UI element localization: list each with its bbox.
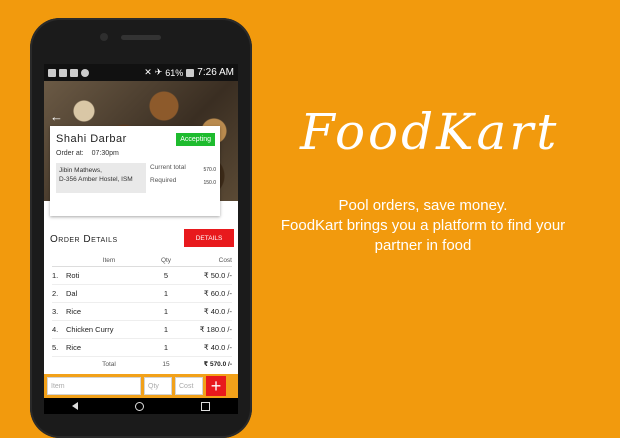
row-cost: ₹ 40.0 /- [203,307,232,316]
restaurant-name: Shahi Darbar [56,133,127,145]
row-qty: 1 [163,325,169,334]
brand-logo-text: FoodKart [300,103,560,161]
row-item: Dal [66,289,78,298]
required-label: Required [150,177,177,184]
current-total-value: 570.0 [203,167,216,173]
row-number: 5. [52,343,59,352]
restaurant-card: Shahi Darbar Accepting Order at: 07:30pm … [50,126,220,216]
order-at-value: 07:30pm [91,150,119,157]
table-row[interactable]: 1. Roti 5 ₹ 50.0 /- [52,267,232,285]
battery-icon [186,68,195,77]
tagline-line1: Pool orders, save money. [338,197,508,214]
add-item-button[interactable]: + [206,376,226,396]
table-total-row: Total 15 ₹ 570.0 /- [52,357,232,371]
row-qty: 1 [163,343,169,352]
tagline-line2: FoodKart brings you a platform to find y… [280,217,566,234]
nav-back-icon[interactable] [72,402,79,410]
order-table: Item Qty Cost 1. Roti 5 ₹ 50.0 /- 2. Dal… [52,254,232,371]
total-qty: 15 [162,360,170,368]
app-icon [81,68,89,77]
battery-percent: 61% [165,67,184,78]
status-bar: ✕ ✈ 61% 7:26 AM [44,64,238,81]
required-value: 150.0 [203,180,216,186]
nav-recents-icon[interactable] [200,401,210,411]
table-row[interactable]: 3. Rice 1 ₹ 40.0 /- [52,303,232,321]
row-qty: 1 [163,307,169,316]
tagline-line3: partner in food [374,237,472,254]
row-number: 3. [52,307,59,316]
cost-input[interactable] [175,377,203,395]
status-badge: Accepting [176,133,215,146]
total-cost: ₹ 570.0 /- [203,361,232,368]
notification-icon [70,68,78,77]
earpiece-speaker [121,35,161,40]
row-item: Rice [66,307,82,316]
table-row[interactable]: 2. Dal 1 ₹ 60.0 /- [52,285,232,303]
total-label: Total [102,360,116,368]
qty-input[interactable] [144,377,172,395]
row-cost: ₹ 40.0 /- [203,343,232,352]
order-time: Order at: 07:30pm [56,150,119,157]
current-total-label: Current total [150,164,186,171]
row-number: 2. [52,289,59,298]
address-line2: D-356 Amber Hostel, ISM [59,176,133,183]
item-input[interactable] [47,377,141,395]
add-item-bar: + [44,374,238,398]
image-icon [59,68,67,77]
phone-screen: ✕ ✈ 61% 7:26 AM ← Shahi Darbar Accepting… [44,64,238,414]
row-item: Roti [66,271,80,280]
row-item: Rice [66,343,82,352]
delivery-address: Jibin Mathews, D-356 Amber Hostel, ISM [56,163,146,193]
table-row[interactable]: 4. Chicken Curry 1 ₹ 180.0 /- [52,321,232,339]
front-camera [100,33,108,41]
order-details-title: Order Details [50,234,118,245]
row-qty: 1 [163,289,169,298]
row-cost: ₹ 180.0 /- [199,325,232,334]
clock: 7:26 AM [197,67,234,78]
row-qty: 5 [163,271,169,280]
phone-frame: ✕ ✈ 61% 7:26 AM ← Shahi Darbar Accepting… [30,18,252,438]
table-row[interactable]: 5. Rice 1 ₹ 40.0 /- [52,339,232,357]
airplane-icon: ✈ [154,67,163,77]
column-item: Item [102,256,116,264]
address-line1: Jibin Mathews, [59,167,102,174]
row-number: 1. [52,271,59,280]
column-cost: Cost [218,256,232,264]
nav-home-icon[interactable] [134,401,144,411]
mute-icon: ✕ [144,67,152,77]
back-arrow-icon[interactable]: ← [50,109,63,124]
promo-tagline: Pool orders, save money. FoodKart brings… [248,196,598,256]
row-cost: ₹ 60.0 /- [203,289,232,298]
notification-icon [48,68,56,77]
details-button[interactable]: DETAILS [184,229,234,247]
row-cost: ₹ 50.0 /- [203,271,232,280]
row-item: Chicken Curry [66,325,114,334]
table-header: Item Qty Cost [52,254,232,267]
column-qty: Qty [160,256,172,264]
order-at-label: Order at: [56,150,84,157]
row-number: 4. [52,325,59,334]
order-totals: Current total 570.0 Required 150.0 [150,164,216,190]
